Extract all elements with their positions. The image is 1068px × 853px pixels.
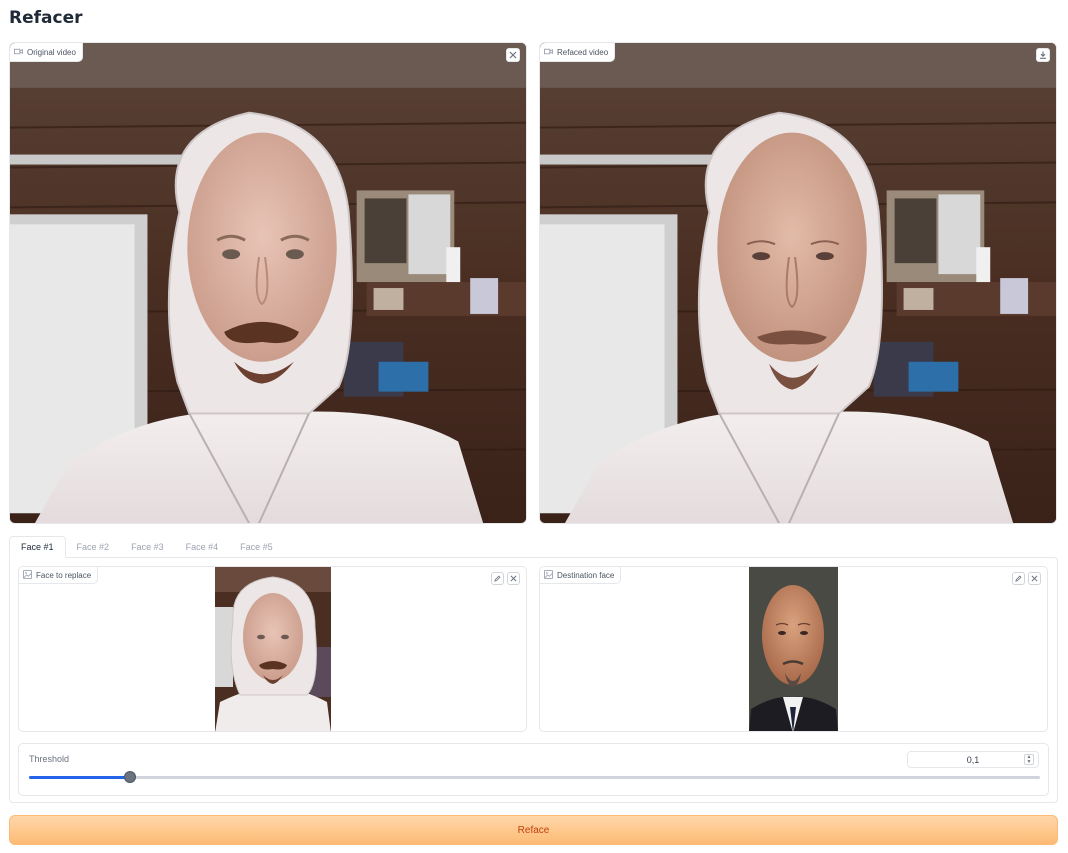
tab-face-1[interactable]: Face #1 (9, 536, 66, 558)
face-to-replace-label-text: Face to replace (36, 570, 92, 580)
destination-face-image (749, 567, 838, 731)
face-to-replace-actions (491, 572, 520, 585)
close-icon[interactable] (507, 572, 520, 585)
face-tab-panel: Face to replace Destination face Thresho… (9, 557, 1058, 803)
tab-face-2[interactable]: Face #2 (66, 536, 121, 558)
threshold-slider-handle[interactable] (124, 771, 137, 783)
refaced-video-label-text: Refaced video (557, 47, 609, 57)
original-video-label: Original video (10, 43, 83, 62)
destination-face-label: Destination face (540, 567, 622, 584)
threshold-value: 0,1 (966, 754, 980, 765)
threshold-control: Threshold 0,1 ▲ ▼ (18, 743, 1049, 796)
reface-button[interactable]: Reface (9, 815, 1058, 845)
refaced-video-player[interactable]: Refaced video (539, 42, 1057, 524)
refaced-video-label: Refaced video (540, 43, 616, 62)
original-video-label-text: Original video (27, 47, 76, 57)
image-icon (544, 569, 553, 581)
edit-icon[interactable] (491, 572, 504, 585)
threshold-slider[interactable] (29, 771, 1040, 783)
face-to-replace-label: Face to replace (19, 567, 99, 584)
face-to-replace-image (215, 567, 331, 731)
tab-face-3[interactable]: Face #3 (120, 536, 175, 558)
refaced-video-frame (540, 43, 1056, 523)
face-to-replace-upload[interactable]: Face to replace (18, 566, 527, 732)
threshold-number-input[interactable]: 0,1 ▲ ▼ (907, 751, 1039, 768)
app-title: Refacer (9, 8, 83, 28)
face-tabs: Face #1 Face #2 Face #3 Face #4 Face #5 (9, 536, 284, 558)
tab-face-5[interactable]: Face #5 (229, 536, 284, 558)
destination-face-actions (1012, 572, 1041, 585)
close-icon[interactable] (506, 48, 520, 62)
stepper-icon[interactable]: ▲ ▼ (1024, 754, 1034, 765)
video-icon (544, 47, 553, 58)
image-icon (23, 569, 32, 581)
destination-face-label-text: Destination face (557, 570, 615, 580)
video-icon (13, 47, 23, 58)
original-video-frame (10, 43, 526, 523)
threshold-label: Threshold (29, 754, 70, 764)
threshold-slider-fill (29, 776, 131, 779)
tab-face-4[interactable]: Face #4 (175, 536, 230, 558)
edit-icon[interactable] (1012, 572, 1025, 585)
download-icon[interactable] (1036, 48, 1050, 62)
destination-face-upload[interactable]: Destination face (539, 566, 1048, 732)
original-video-player[interactable]: Original video (9, 42, 527, 524)
close-icon[interactable] (1028, 572, 1041, 585)
